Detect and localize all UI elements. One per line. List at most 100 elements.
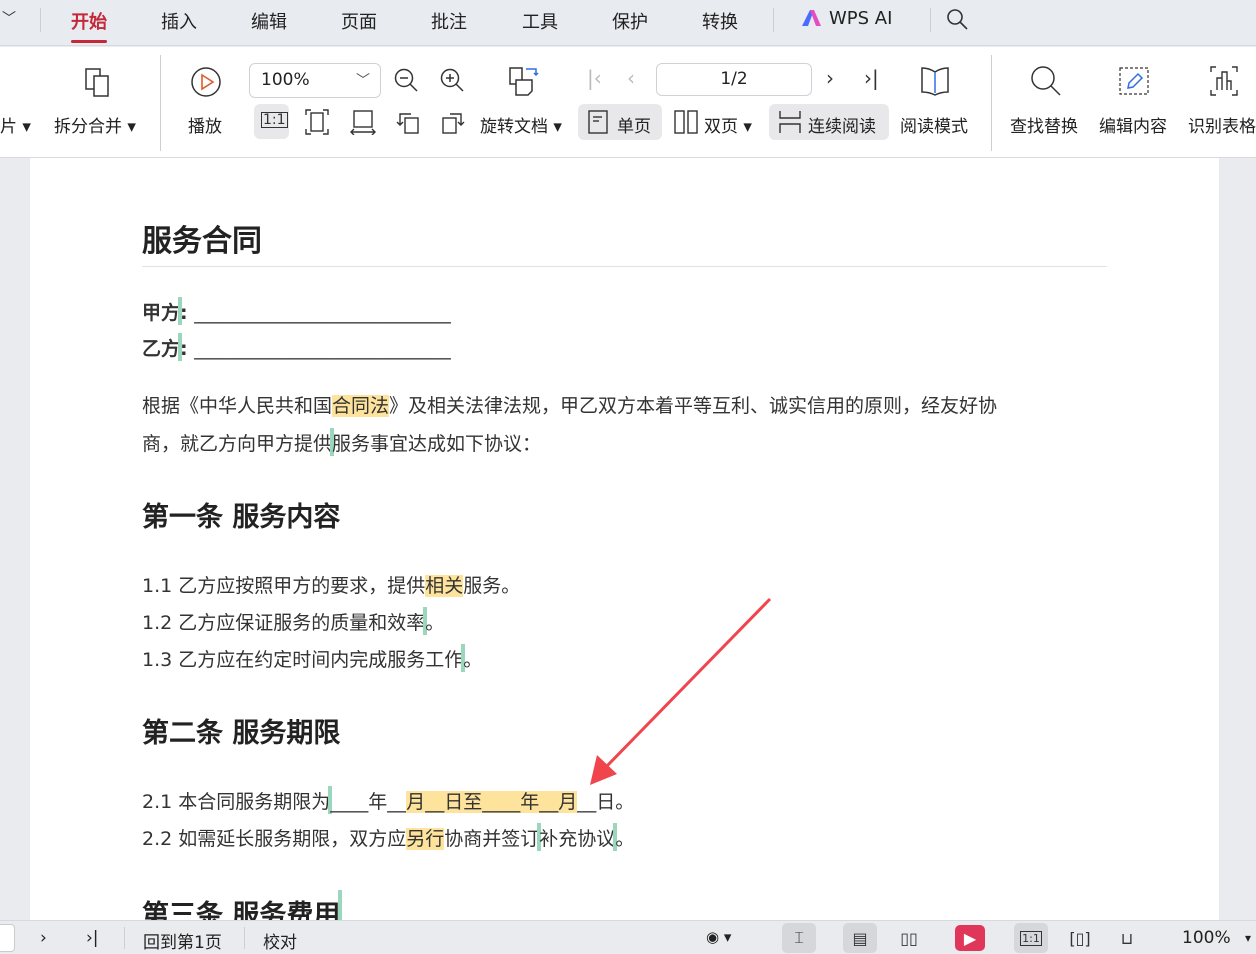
zoom-value: 100% — [261, 70, 310, 90]
double-page-icon — [674, 110, 698, 137]
double-page-icon: ▯▯ — [900, 928, 918, 948]
fit-page-icon[interactable] — [305, 109, 329, 138]
highlighted-text: 合同法 — [332, 395, 390, 417]
double-page-label: 双页 ▾ — [704, 117, 752, 137]
tab-protect[interactable]: 保护 — [612, 8, 648, 34]
clause-2-1: 2.1 本合同服务期限为____年__月__日至____年__月__日。 — [142, 786, 634, 814]
section-1-heading: 第一条 服务内容 — [142, 502, 341, 533]
rotate-left-icon[interactable] — [395, 109, 421, 138]
party-b-label: 乙方 — [142, 338, 181, 360]
party-b-line: 乙方: ___________________________ — [142, 333, 451, 361]
text: 》及相关法律法规，甲乙双方本着平等互利、诚实信用的原则，经友好协 — [389, 395, 998, 417]
next-page-icon[interactable]: › — [826, 68, 834, 88]
zoom-level[interactable]: 100% — [1182, 928, 1231, 948]
single-page-button[interactable]: 单页 — [578, 104, 662, 140]
scrollbar[interactable] — [1240, 170, 1246, 910]
eye-protection-icon[interactable]: ◉ ▾ — [706, 928, 731, 946]
zoom-out-icon[interactable] — [393, 67, 419, 96]
fit-width-icon[interactable] — [350, 109, 376, 138]
intro-line-1: 根据《中华人民共和国合同法》及相关法律法规，甲乙双方本着平等互利、诚实信用的原则… — [142, 391, 997, 418]
text: 补充协议 — [539, 828, 616, 850]
party-b-blank[interactable]: ___________________________ — [194, 338, 451, 360]
text: 2.2 如需延长服务期限，双方应 — [142, 828, 407, 850]
first-page-icon[interactable]: |‹ — [587, 68, 602, 88]
tab-insert[interactable]: 插入 — [161, 8, 197, 34]
tab-edit[interactable]: 编辑 — [251, 8, 287, 34]
page-number-input[interactable]: 1/2 — [656, 63, 812, 96]
rotate-right-icon[interactable] — [440, 109, 466, 138]
divider — [991, 55, 992, 151]
clause-1-2: 1.2 乙方应保证服务的质量和效率。 — [142, 607, 444, 635]
text: 。 — [615, 828, 635, 850]
highlighted-text: 月__日至____年__月 — [406, 791, 578, 813]
prev-page-icon[interactable]: ‹ — [627, 68, 635, 88]
proofread-button[interactable]: 校对 — [263, 928, 297, 953]
party-a-line: 甲方: ___________________________ — [142, 297, 451, 325]
actual-size-icon: 1:1 — [1020, 930, 1042, 946]
chevron-down-icon[interactable]: ▾ — [1245, 931, 1251, 945]
toolbar-ribbon: 片 ▾ 拆分合并 ▾ 播放 100% ﹀ 1:1 旋转文档 ▾ |‹ ‹ 1/2… — [0, 47, 1256, 158]
page-input[interactable] — [0, 924, 15, 952]
party-a-label: 甲方 — [142, 302, 181, 324]
tab-wps-ai[interactable]: WPS AI — [829, 8, 892, 29]
rotate-document-icon — [508, 65, 540, 100]
last-page-icon[interactable]: ›| — [86, 928, 99, 948]
read-mode-button[interactable]: 阅读模式 — [900, 112, 968, 137]
text: __日。 — [577, 791, 635, 813]
tab-home[interactable]: 开始 — [71, 8, 107, 43]
tab-page[interactable]: 页面 — [341, 8, 377, 34]
tab-tools[interactable]: 工具 — [522, 8, 558, 34]
text: 服务事宜达成如下协议： — [332, 433, 542, 455]
single-page-icon: ▤ — [852, 928, 868, 948]
intro-line-2: 商，就乙方向甲方提供服务事宜达成如下协议： — [142, 428, 541, 456]
zoom-in-icon[interactable] — [439, 67, 465, 96]
edit-content-button[interactable]: 编辑内容 — [1099, 112, 1167, 137]
tab-comment[interactable]: 批注 — [431, 8, 467, 34]
clause-1-1: 1.1 乙方应按照甲方的要求，提供相关服务。 — [142, 571, 520, 598]
recognize-table-button[interactable]: 识别表格 — [1188, 112, 1256, 137]
search-icon[interactable] — [945, 7, 969, 34]
double-view-button[interactable]: ▯▯ — [892, 923, 926, 953]
image-label: 片 — [0, 117, 17, 137]
read-mode-icon — [920, 65, 950, 100]
page-number-value: 1/2 — [720, 69, 748, 89]
actual-size-button[interactable]: 1:1 — [254, 104, 289, 139]
continuous-reading-button[interactable]: 连续阅读 — [769, 104, 889, 140]
text: 1.3 乙方应在约定时间内完成服务工作 — [142, 649, 464, 671]
text: 协商并签订 — [444, 828, 540, 850]
single-view-button[interactable]: ▤ — [843, 923, 877, 953]
continuous-view-icon: ⌶ — [794, 928, 804, 947]
document-title: 服务合同 — [142, 224, 262, 259]
party-a-blank[interactable]: ___________________________ — [194, 302, 451, 324]
play-button[interactable]: 播放 — [188, 112, 222, 137]
single-page-label: 单页 — [617, 117, 651, 137]
find-replace-icon — [1030, 65, 1062, 100]
play-icon[interactable] — [190, 66, 222, 101]
zoom-select[interactable]: 100% ﹀ — [249, 63, 381, 98]
text: ____年__ — [330, 791, 407, 813]
chevron-down-icon[interactable]: ﹀ — [2, 12, 16, 26]
continuous-view-button[interactable]: ⌶ — [782, 923, 816, 953]
find-replace-button[interactable]: 查找替换 — [1010, 112, 1078, 137]
play-button[interactable]: ▶ — [955, 925, 985, 951]
image-dropdown[interactable]: 片 ▾ — [0, 112, 31, 137]
status-bar: › ›| 回到第1页 校对 ◉ ▾ ⌶ ▤ ▯▯ ▶ 1:1 [▯] ⊔ 100… — [0, 920, 1256, 954]
single-page-icon — [588, 110, 608, 137]
text: 服务。 — [463, 575, 521, 597]
text: 2.1 本合同服务期限为 — [142, 791, 331, 813]
tab-convert[interactable]: 转换 — [702, 8, 738, 34]
last-page-icon[interactable]: ›| — [864, 68, 879, 88]
split-merge-button[interactable]: 拆分合并 ▾ — [54, 112, 136, 137]
text: 1.2 乙方应保证服务的质量和效率 — [142, 612, 426, 634]
fit-page-button[interactable]: [▯] — [1063, 923, 1097, 953]
rotate-document-label: 旋转文档 — [480, 117, 548, 137]
go-to-first-page-button[interactable]: 回到第1页 — [143, 928, 222, 953]
double-page-button[interactable]: 双页 ▾ — [672, 104, 760, 140]
next-page-icon[interactable]: › — [40, 928, 47, 948]
rotate-document-button[interactable]: 旋转文档 ▾ — [480, 112, 562, 137]
fit-width-button[interactable]: ⊔ — [1110, 923, 1144, 953]
actual-size-icon: 1:1 — [261, 112, 288, 128]
recognize-table-icon — [1210, 66, 1238, 99]
text: 根据《中华人民共和国 — [142, 395, 333, 417]
actual-size-button[interactable]: 1:1 — [1014, 923, 1048, 953]
